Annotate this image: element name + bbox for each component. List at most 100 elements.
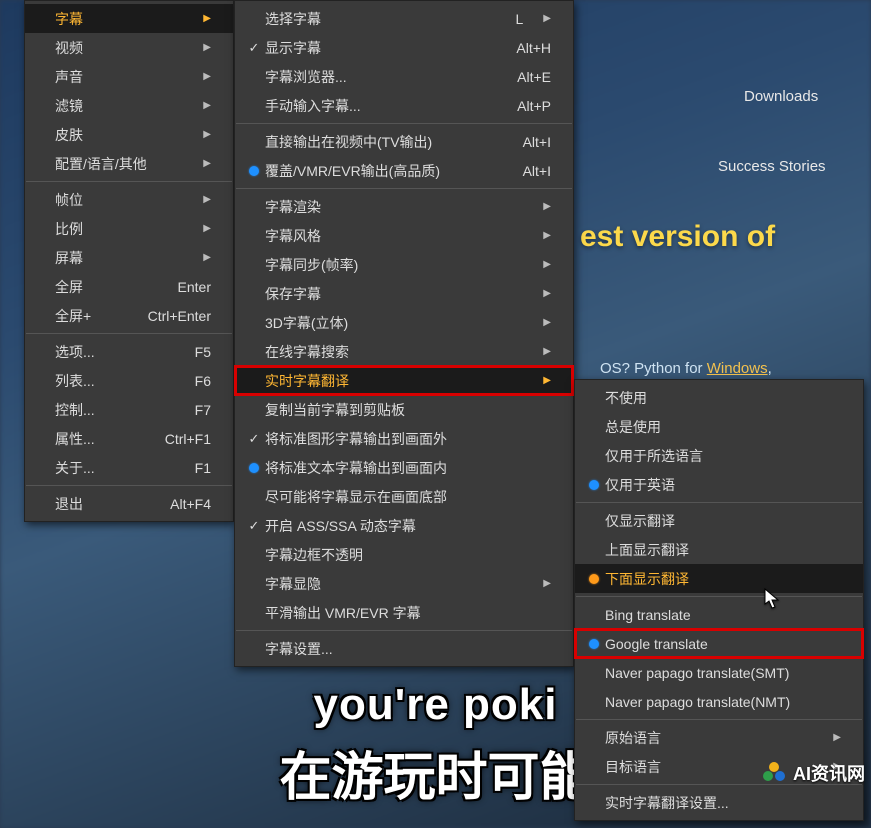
check-icon: ✓	[249, 431, 260, 447]
subtitle-menu-item-5[interactable]: 直接输出在视频中(TV输出) Alt+I	[235, 127, 573, 156]
menu-item-label: 字幕浏览器...	[265, 67, 497, 87]
menu-item-label: 配置/语言/其他	[55, 154, 183, 174]
translate-menu-item-0[interactable]: 不使用	[575, 383, 863, 412]
submenu-subtitle[interactable]: 选择字幕L▶✓显示字幕Alt+H字幕浏览器...Alt+E手动输入字幕...Al…	[234, 0, 574, 667]
subtitle-menu-separator	[236, 123, 572, 124]
main-menu-separator	[26, 181, 232, 182]
main-menu-item-17[interactable]: 关于...F1	[25, 453, 233, 482]
menu-item-indicator	[243, 166, 265, 176]
menu-item-accelerator: Alt+E	[517, 69, 551, 85]
main-menu-separator	[26, 485, 232, 486]
translate-menu-item-17[interactable]: 实时字幕翻译设置...	[575, 788, 863, 817]
translate-menu-item-10[interactable]: Google translate	[575, 629, 863, 658]
submenu-arrow-icon: ▶	[203, 252, 211, 263]
menu-item-accelerator: Alt+I	[523, 163, 551, 179]
menu-item-accelerator: L	[516, 11, 524, 27]
translate-menu-item-11[interactable]: Naver papago translate(SMT)	[575, 658, 863, 687]
subtitle-menu-item-0[interactable]: 选择字幕L▶	[235, 4, 573, 33]
subtitle-menu-item-10[interactable]: 字幕同步(帧率)▶	[235, 250, 573, 279]
main-menu-item-2[interactable]: 声音▶	[25, 62, 233, 91]
main-menu-item-19[interactable]: 退出Alt+F4	[25, 489, 233, 518]
main-menu-item-13[interactable]: 选项...F5	[25, 337, 233, 366]
subtitle-menu-item-12[interactable]: 3D字幕(立体)▶	[235, 308, 573, 337]
menu-item-label: 字幕设置...	[265, 639, 551, 659]
subtitle-menu-item-6[interactable]: 覆盖/VMR/EVR输出(高品质)Alt+I	[235, 156, 573, 185]
menu-item-label: 总是使用	[605, 417, 841, 437]
subtitle-menu-item-16[interactable]: ✓将标准图形字幕输出到画面外	[235, 424, 573, 453]
main-menu-item-1[interactable]: 视频▶	[25, 33, 233, 62]
submenu-arrow-icon: ▶	[543, 288, 551, 299]
subtitle-menu-item-1[interactable]: ✓显示字幕Alt+H	[235, 33, 573, 62]
submenu-arrow-icon: ▶	[543, 13, 551, 24]
main-menu-item-7[interactable]: 帧位▶	[25, 185, 233, 214]
menu-item-label: 属性...	[55, 429, 145, 449]
submenu-arrow-icon: ▶	[543, 578, 551, 589]
main-menu-item-14[interactable]: 列表...F6	[25, 366, 233, 395]
menu-item-label: 将标准文本字幕输出到画面内	[265, 458, 551, 478]
subtitle-menu-item-21[interactable]: 字幕显隐▶	[235, 569, 573, 598]
subtitle-menu-item-24[interactable]: 字幕设置...	[235, 634, 573, 663]
menu-item-indicator: ✓	[243, 431, 265, 447]
submenu-arrow-icon: ▶	[203, 71, 211, 82]
menu-item-label: 在线字幕搜索	[265, 342, 523, 362]
subtitle-menu-item-9[interactable]: 字幕风格▶	[235, 221, 573, 250]
subtitle-menu-separator	[236, 630, 572, 631]
menu-item-label: 字幕边框不透明	[265, 545, 551, 565]
subtitle-menu-item-14[interactable]: 实时字幕翻译▶	[235, 366, 573, 395]
submenu-realtime-translate[interactable]: 不使用总是使用仅用于所选语言仅用于英语仅显示翻译上面显示翻译下面显示翻译 Bing…	[574, 379, 864, 821]
menu-item-label: 皮肤	[55, 125, 183, 145]
main-menu-item-10[interactable]: 全屏Enter	[25, 272, 233, 301]
translate-menu-item-9[interactable]: Bing translate	[575, 600, 863, 629]
translate-menu-item-1[interactable]: 总是使用	[575, 412, 863, 441]
subtitle-menu-item-22[interactable]: 平滑输出 VMR/EVR 字幕	[235, 598, 573, 627]
translate-menu-item-2[interactable]: 仅用于所选语言	[575, 441, 863, 470]
subtitle-menu-item-2[interactable]: 字幕浏览器... Alt+E	[235, 62, 573, 91]
radio-icon	[589, 480, 599, 490]
subtitle-menu-item-19[interactable]: ✓开启 ASS/SSA 动态字幕	[235, 511, 573, 540]
translate-menu-item-6[interactable]: 上面显示翻译	[575, 535, 863, 564]
bg-heading: est version of	[580, 220, 775, 254]
main-menu-item-4[interactable]: 皮肤▶	[25, 120, 233, 149]
menu-item-label: Bing translate	[605, 607, 841, 623]
subtitle-menu-item-20[interactable]: 字幕边框不透明	[235, 540, 573, 569]
translate-menu-separator	[576, 502, 862, 503]
menu-item-indicator: ✓	[243, 40, 265, 56]
main-menu-item-11[interactable]: 全屏+Ctrl+Enter	[25, 301, 233, 330]
menu-item-label: 开启 ASS/SSA 动态字幕	[265, 516, 551, 536]
main-menu-item-3[interactable]: 滤镜▶	[25, 91, 233, 120]
subtitle-menu-item-8[interactable]: 字幕渲染▶	[235, 192, 573, 221]
main-menu-item-5[interactable]: 配置/语言/其他▶	[25, 149, 233, 178]
menu-item-accelerator: Alt+F4	[170, 496, 211, 512]
submenu-arrow-icon: ▶	[543, 346, 551, 357]
main-menu-item-16[interactable]: 属性...Ctrl+F1	[25, 424, 233, 453]
menu-item-label: 仅显示翻译	[605, 511, 841, 531]
subtitle-menu-item-17[interactable]: 将标准文本字幕输出到画面内	[235, 453, 573, 482]
main-menu-item-9[interactable]: 屏幕 ▶	[25, 243, 233, 272]
subtitle-menu-item-11[interactable]: 保存字幕▶	[235, 279, 573, 308]
menu-item-label: 字幕	[55, 9, 183, 29]
subtitle-menu-item-15[interactable]: 复制当前字幕到剪贴板	[235, 395, 573, 424]
menu-item-accelerator: Alt+P	[517, 98, 551, 114]
translate-menu-item-7[interactable]: 下面显示翻译	[575, 564, 863, 593]
context-menu-main[interactable]: 字幕▶视频▶声音▶滤镜▶皮肤▶配置/语言/其他▶帧位▶比例▶屏幕▶全屏Enter…	[24, 0, 234, 522]
subtitle-menu-item-18[interactable]: 尽可能将字幕显示在画面底部	[235, 482, 573, 511]
main-menu-item-8[interactable]: 比例▶	[25, 214, 233, 243]
watermark: AI资讯网	[761, 760, 865, 786]
menu-item-label: 手动输入字幕...	[265, 96, 497, 116]
translate-menu-item-14[interactable]: 原始语言▶	[575, 723, 863, 752]
subtitle-menu-item-13[interactable]: 在线字幕搜索 ▶	[235, 337, 573, 366]
main-menu-separator	[26, 333, 232, 334]
subtitle-menu-item-3[interactable]: 手动输入字幕... Alt+P	[235, 91, 573, 120]
main-menu-item-0[interactable]: 字幕▶	[25, 4, 233, 33]
translate-menu-item-3[interactable]: 仅用于英语	[575, 470, 863, 499]
main-menu-item-15[interactable]: 控制...F7	[25, 395, 233, 424]
menu-item-accelerator: Alt+I	[523, 134, 551, 150]
translate-menu-item-12[interactable]: Naver papago translate(NMT)	[575, 687, 863, 716]
menu-item-label: 控制...	[55, 400, 175, 420]
bg-os-line: OS? Python for Windows,	[600, 360, 772, 377]
translate-menu-item-5[interactable]: 仅显示翻译	[575, 506, 863, 535]
menu-item-label: 屏幕	[55, 248, 183, 268]
menu-item-label: 平滑输出 VMR/EVR 字幕	[265, 603, 551, 623]
menu-item-indicator	[583, 639, 605, 649]
menu-item-label: 直接输出在视频中(TV输出)	[265, 132, 503, 152]
